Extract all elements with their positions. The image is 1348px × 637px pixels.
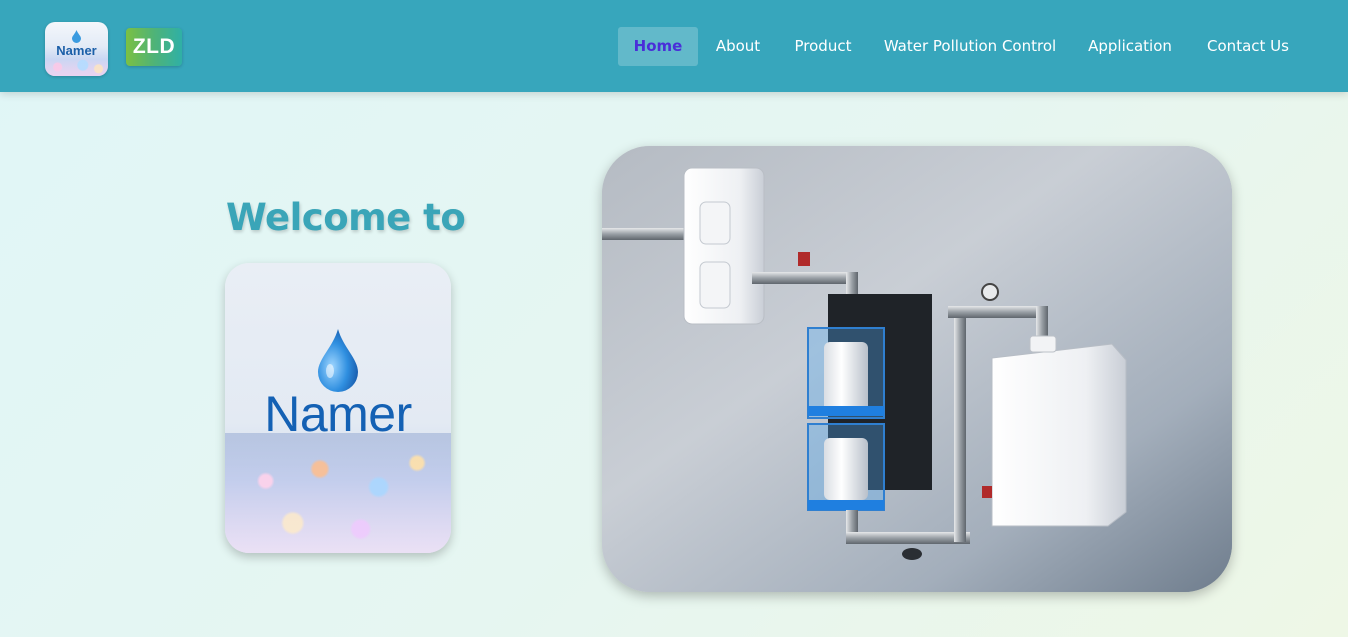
nav-contact-us[interactable]: Contact Us bbox=[1200, 27, 1296, 66]
water-filtration-system-image bbox=[602, 146, 1232, 592]
nav-application[interactable]: Application bbox=[1078, 27, 1182, 66]
water-drop-icon bbox=[72, 30, 81, 43]
brand-card: Namer bbox=[225, 263, 451, 553]
filtration-illustration bbox=[602, 146, 1232, 592]
namer-logo-text: Namer bbox=[56, 43, 97, 58]
nav-home[interactable]: Home bbox=[618, 27, 698, 66]
nav-product[interactable]: Product bbox=[785, 27, 861, 66]
water-sparkle-image bbox=[225, 433, 451, 553]
namer-logo[interactable]: Namer bbox=[45, 22, 108, 76]
welcome-heading: Welcome to bbox=[226, 196, 466, 239]
nav-water-pollution-control[interactable]: Water Pollution Control bbox=[880, 27, 1060, 66]
nav-about[interactable]: About bbox=[708, 27, 768, 66]
zld-badge[interactable]: ZLD bbox=[126, 28, 182, 66]
logo-sparkle bbox=[45, 58, 108, 76]
top-navbar: Namer ZLD Home About Product Water Pollu… bbox=[0, 0, 1348, 92]
water-drop-icon bbox=[318, 329, 358, 392]
